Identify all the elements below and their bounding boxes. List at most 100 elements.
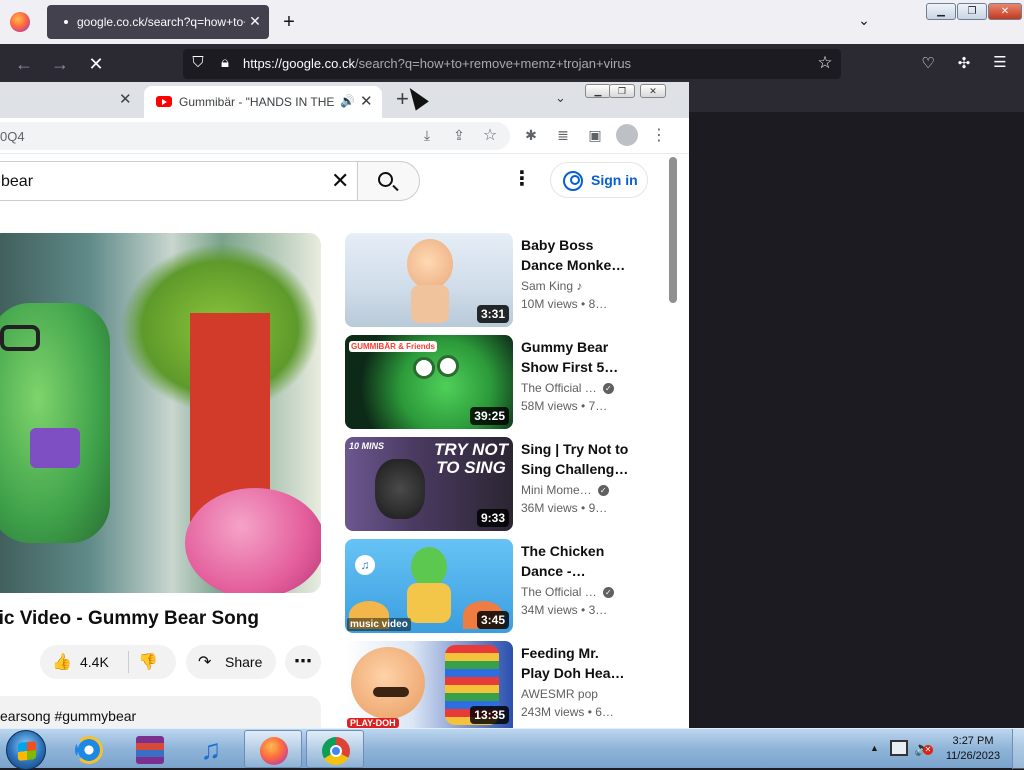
- recommended-video[interactable]: ♫ music video 3:45 The Chicken Dance -… …: [345, 539, 645, 635]
- thumb-gorilla: [375, 459, 425, 519]
- firefox-close-button[interactable]: ✕: [988, 3, 1022, 20]
- extensions-puzzle-icon[interactable]: ✱: [521, 127, 541, 144]
- bookmark-star-icon[interactable]: ☆: [815, 53, 835, 73]
- lock-icon[interactable]: 🔒︎: [217, 54, 233, 71]
- profile-avatar[interactable]: [616, 124, 638, 146]
- shield-icon[interactable]: ⛉: [189, 54, 207, 71]
- thumb-bear-body: [407, 583, 451, 623]
- channel-name[interactable]: AWESMR pop: [521, 687, 631, 701]
- channel-name[interactable]: The Official … ✓: [521, 585, 631, 599]
- bookmark-star-icon[interactable]: ☆: [480, 125, 500, 145]
- thumb-baby-body: [411, 285, 449, 323]
- url-bar[interactable]: ⛉ 🔒︎ https://google.co.ck/search?q=how+t…: [183, 49, 841, 79]
- show-desktop-button[interactable]: [1012, 729, 1024, 769]
- recommended-video[interactable]: 3:31 Baby Boss Dance Monke… Sam King ♪ 1…: [345, 233, 645, 329]
- video-title[interactable]: Baby Boss Dance Monke…: [521, 235, 629, 275]
- youtube-search-input[interactable]: bear ✕: [0, 161, 357, 201]
- side-panel-icon[interactable]: ▣: [585, 127, 605, 144]
- volume-icon[interactable]: 🔈✕: [914, 740, 933, 757]
- search-clear-icon[interactable]: ✕: [331, 168, 349, 194]
- video-thumbnail[interactable]: PLAY-DOH 13:35: [345, 641, 513, 728]
- firefox-minimize-button[interactable]: ▁: [926, 3, 956, 20]
- firefox-tab-bar: google.co.ck/search?q=how+to+remove+memz…: [0, 0, 1024, 44]
- sign-in-button[interactable]: Sign in: [550, 162, 648, 198]
- thumb-eye: [413, 357, 435, 379]
- network-icon[interactable]: [890, 740, 908, 756]
- video-frame-pot: [185, 488, 321, 593]
- windows-logo-icon: [18, 741, 36, 761]
- verified-check-icon: ✓: [602, 383, 614, 395]
- channel-name[interactable]: The Official … ✓: [521, 381, 631, 395]
- taskbar-internet-explorer[interactable]: [60, 730, 118, 768]
- media-controls-icon[interactable]: ≣: [553, 127, 573, 144]
- firefox-nav-bar: ← → ✕ ⛉ 🔒︎ https://google.co.ck/search?q…: [0, 44, 1024, 84]
- thumb-corner-text: 10 MINS: [349, 441, 385, 451]
- video-title[interactable]: Sing | Try Not to Sing Challeng…: [521, 439, 629, 479]
- page-scrollbar[interactable]: [669, 157, 677, 303]
- video-thumbnail[interactable]: 3:31: [345, 233, 513, 327]
- search-query-text[interactable]: bear: [1, 173, 33, 191]
- install-app-icon[interactable]: ⤓: [417, 127, 437, 144]
- thumb-badge: PLAY-DOH: [347, 718, 399, 728]
- taskbar-winrar[interactable]: [121, 730, 179, 768]
- menu-icon[interactable]: ☰: [990, 53, 1010, 71]
- taskbar-itunes[interactable]: ♫: [182, 730, 240, 768]
- chrome-close-button[interactable]: ✕: [640, 84, 666, 98]
- chrome-tab-search-button[interactable]: ⌄: [555, 90, 566, 106]
- tab-loading-dot-icon: [64, 20, 68, 24]
- video-thumbnail[interactable]: GUMMIBÄR & Friends 39:25: [345, 335, 513, 429]
- firefox-tab-google-search[interactable]: google.co.ck/search?q=how+to+remove+memz…: [47, 5, 269, 39]
- list-all-tabs-button[interactable]: ⌄: [853, 12, 875, 32]
- thumb-eye: [437, 355, 459, 377]
- video-player[interactable]: [0, 233, 321, 593]
- url-text[interactable]: https://google.co.ck/search?q=how+to+rem…: [243, 56, 631, 71]
- channel-label: Mini Mome…: [521, 483, 592, 497]
- chrome-menu-icon[interactable]: ⋮: [649, 125, 669, 145]
- taskbar-chrome[interactable]: [306, 730, 364, 768]
- chrome-tab-close-button[interactable]: ✕: [360, 92, 373, 110]
- chrome-maximize-button[interactable]: ❐: [609, 84, 635, 98]
- video-title[interactable]: The Chicken Dance -…: [521, 541, 629, 581]
- omnibox-text[interactable]: 0Q4: [0, 129, 25, 144]
- audio-playing-icon[interactable]: 🔊: [340, 94, 355, 108]
- video-thumbnail[interactable]: 10 MINS TRY NOT TO SING 9:33: [345, 437, 513, 531]
- description-box[interactable]: earsong #gummybear: [0, 696, 321, 728]
- description-hashtags[interactable]: earsong #gummybear: [0, 708, 136, 724]
- start-button[interactable]: [6, 730, 46, 770]
- dislike-thumb-icon[interactable]: 👎: [138, 652, 158, 672]
- share-button[interactable]: ↷ Share: [186, 645, 276, 679]
- video-title[interactable]: Gummy Bear Show First 5…: [521, 337, 629, 377]
- video-title[interactable]: Feeding Mr. Play Doh Hea…: [521, 643, 629, 683]
- chrome-prev-tab-close-button[interactable]: ✕: [119, 90, 132, 108]
- like-thumb-icon[interactable]: 👍: [52, 652, 72, 672]
- youtube-search-button[interactable]: [357, 161, 420, 201]
- chrome-minimize-button[interactable]: ▁: [585, 84, 611, 98]
- more-actions-button[interactable]: ⋯: [285, 645, 321, 679]
- taskbar-firefox[interactable]: [244, 730, 302, 768]
- back-button[interactable]: ←: [12, 52, 36, 76]
- share-icon[interactable]: ⇪: [449, 127, 469, 144]
- forward-button[interactable]: →: [48, 52, 72, 76]
- recommended-video[interactable]: GUMMIBÄR & Friends 39:25 Gummy Bear Show…: [345, 335, 645, 431]
- pocket-icon[interactable]: ♡: [918, 54, 938, 72]
- like-count[interactable]: 4.4K: [80, 654, 109, 670]
- puzzle-icon[interactable]: ✣: [954, 54, 974, 72]
- firefox-tab-close-button[interactable]: ✕: [245, 11, 265, 31]
- view-count: 34M views: [521, 603, 578, 617]
- firefox-new-tab-button[interactable]: +: [278, 10, 300, 34]
- video-thumbnail[interactable]: ♫ music video 3:45: [345, 539, 513, 633]
- system-clock[interactable]: 3:27 PM 11/26/2023: [940, 734, 1006, 764]
- chrome-toolbar: 0Q4 ⤓ ⇪ ☆ ✱ ≣ ▣ ⋮: [0, 118, 689, 154]
- chrome-tab-youtube[interactable]: Gummibär - "HANDS IN THE AIR" 🔊 ✕: [144, 86, 382, 118]
- firefox-content-top: [689, 84, 1024, 112]
- channel-name[interactable]: Sam King ♪: [521, 279, 631, 293]
- url-host: https://google.co.ck: [243, 56, 356, 71]
- recommended-video[interactable]: PLAY-DOH 13:35 Feeding Mr. Play Doh Hea……: [345, 641, 645, 737]
- youtube-settings-more-button[interactable]: ⋮: [512, 169, 532, 189]
- show-hidden-icons-button[interactable]: ▲: [870, 743, 879, 753]
- stop-loading-button[interactable]: ✕: [84, 52, 108, 76]
- video-frame-glasses: [0, 325, 40, 351]
- channel-name[interactable]: Mini Mome… ✓: [521, 483, 631, 497]
- firefox-maximize-button[interactable]: ❐: [957, 3, 987, 20]
- recommended-video[interactable]: 10 MINS TRY NOT TO SING 9:33 Sing | Try …: [345, 437, 645, 533]
